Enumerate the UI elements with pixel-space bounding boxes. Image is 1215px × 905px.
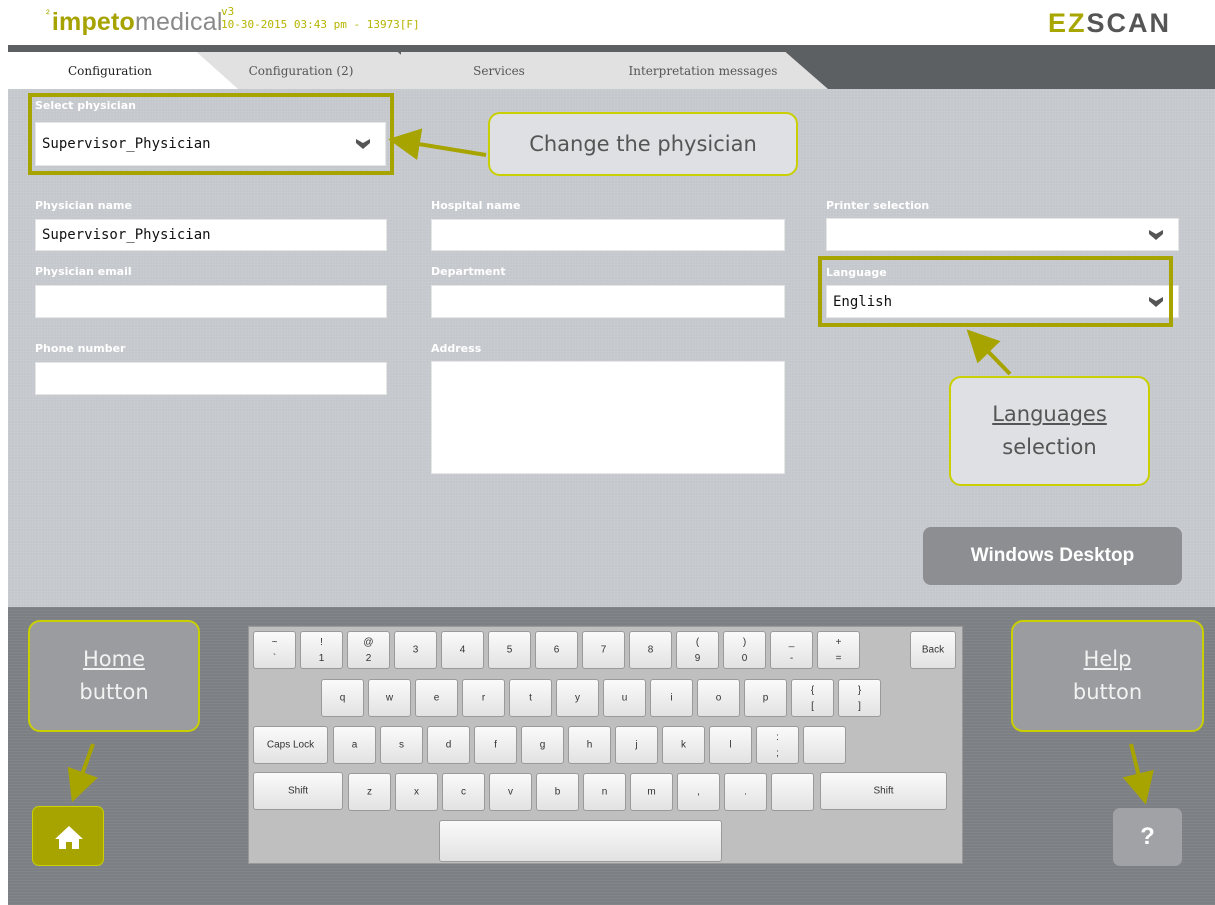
phone-number-label: Phone number (35, 342, 126, 355)
key-r[interactable]: r (462, 679, 505, 717)
key-back[interactable]: Back (910, 631, 956, 669)
callout-languages-selection: Languages selection (949, 376, 1150, 486)
key-t[interactable]: t (509, 679, 552, 717)
on-screen-keyboard: ~ `! 1 @2 3 4 5 6 7 8(9) 0 _ - + = Back q w e r t y u i o p{[}] Ca… (248, 626, 963, 864)
address-textarea[interactable] (431, 361, 785, 474)
physician-name-label: Physician name (35, 199, 132, 212)
key-s[interactable]: s (380, 726, 423, 764)
key-shift-left[interactable]: Shift (253, 772, 343, 810)
physician-email-label: Physician email (35, 265, 132, 278)
key-8[interactable]: 8 (629, 631, 672, 669)
key-n[interactable]: n (583, 773, 626, 811)
windows-desktop-button[interactable]: Windows Desktop (923, 527, 1182, 585)
callout-change-physician: Change the physician (488, 112, 798, 176)
key-shift-right[interactable]: Shift (820, 772, 947, 810)
key-comma[interactable]: , (677, 773, 720, 811)
department-field[interactable] (431, 285, 785, 318)
key-j[interactable]: j (615, 726, 658, 764)
key--[interactable]: _ - (770, 631, 813, 669)
key-`[interactable]: ~ ` (253, 631, 296, 669)
logo-rest-text: medical (135, 8, 223, 36)
key-l[interactable]: l (709, 726, 752, 764)
hospital-name-field[interactable] (431, 219, 785, 251)
app-window: ²impetomedical v3 10-30-2015 03:43 pm - … (0, 0, 1215, 905)
key-1[interactable]: ! 1 (300, 631, 343, 669)
version-info: v3 10-30-2015 03:43 pm - 13973[F] (221, 5, 420, 31)
key-y[interactable]: y (556, 679, 599, 717)
key-g[interactable]: g (521, 726, 564, 764)
key-k[interactable]: k (662, 726, 705, 764)
key-f[interactable]: f (474, 726, 517, 764)
key-c[interactable]: c (442, 773, 485, 811)
tab-bar: Interpretation messages Services Configu… (8, 45, 1215, 89)
help-button[interactable]: ? (1113, 808, 1182, 866)
physician-highlight (28, 93, 394, 175)
key-b[interactable]: b (536, 773, 579, 811)
key-=[interactable]: + = (817, 631, 860, 669)
key-o[interactable]: o (697, 679, 740, 717)
printer-selection-label: Printer selection (826, 199, 930, 212)
key-a[interactable]: a (333, 726, 376, 764)
key-e[interactable]: e (415, 679, 458, 717)
key-v[interactable]: v (489, 773, 532, 811)
key-u[interactable]: u (603, 679, 646, 717)
datetime-label: 10-30-2015 03:43 pm - 13973[F] (221, 18, 420, 31)
key-bracket[interactable]: {[ (791, 679, 834, 717)
key-2[interactable]: @2 (347, 631, 390, 669)
hospital-name-label: Hospital name (431, 199, 521, 212)
key-0[interactable]: ) 0 (723, 631, 766, 669)
key-p[interactable]: p (744, 679, 787, 717)
callout-help-button: Help button (1011, 620, 1204, 732)
question-mark-icon: ? (1140, 823, 1155, 850)
key-h[interactable]: h (568, 726, 611, 764)
callout-home-button: Home button (28, 620, 200, 732)
home-icon (55, 826, 83, 849)
key-z[interactable]: z (348, 773, 391, 811)
impetomedical-logo: ²impetomedical (46, 8, 223, 36)
physician-name-field[interactable]: Supervisor_Physician (35, 219, 387, 251)
key-x[interactable]: x (395, 773, 438, 811)
key-w[interactable]: w (368, 679, 411, 717)
key-blank[interactable] (803, 726, 846, 764)
key-m[interactable]: m (630, 773, 673, 811)
key-4[interactable]: 4 (441, 631, 484, 669)
key-7[interactable]: 7 (582, 631, 625, 669)
chevron-down-icon (1149, 229, 1163, 240)
key-q[interactable]: q (321, 679, 364, 717)
home-button[interactable] (32, 806, 104, 866)
key-9[interactable]: (9 (676, 631, 719, 669)
key-bracket[interactable]: }] (838, 679, 881, 717)
printer-selection-dropdown[interactable] (826, 218, 1179, 251)
address-label: Address (431, 342, 482, 355)
ezscan-logo: EZSCAN (1047, 8, 1171, 38)
phone-number-field[interactable] (35, 362, 387, 395)
key-i[interactable]: i (650, 679, 693, 717)
logo-bold-text: impeto (51, 8, 136, 36)
version-label: v3 (221, 5, 235, 18)
key-d[interactable]: d (427, 726, 470, 764)
department-label: Department (431, 265, 506, 278)
key-period[interactable]: . (724, 773, 767, 811)
key-3[interactable]: 3 (394, 631, 437, 669)
key-6[interactable]: 6 (535, 631, 578, 669)
key-caps-lock[interactable]: Caps Lock (253, 726, 328, 764)
key-space[interactable] (439, 820, 722, 862)
language-highlight (818, 256, 1173, 327)
key-5[interactable]: 5 (488, 631, 531, 669)
physician-email-field[interactable] (35, 285, 387, 318)
key-semicolon[interactable]: :; (756, 726, 799, 764)
key-blank[interactable] (771, 773, 814, 811)
